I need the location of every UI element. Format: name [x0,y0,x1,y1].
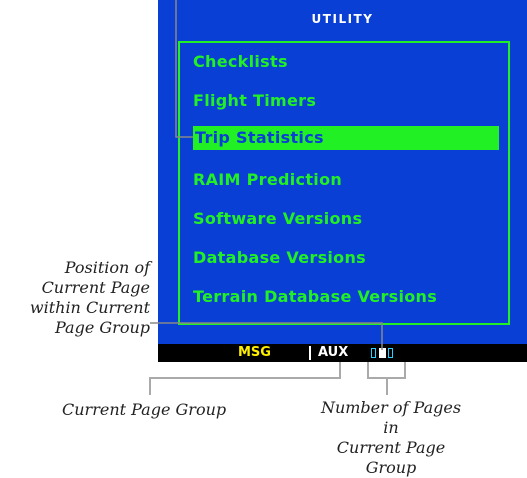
pages-callout-line2: Current Page Group [336,438,446,477]
callout-lines [149,0,406,395]
pages-callout: Number of Pages in Current Page Group [316,398,466,478]
position-callout-line3: within Current [29,298,150,317]
group-callout: Current Page Group [62,400,227,419]
position-callout-line1: Position of [64,258,150,277]
position-callout: Position of Current Page within Current … [0,258,150,338]
pages-callout-line1: Number of Pages in [320,398,462,437]
position-callout-line2: Current Page [41,278,150,297]
position-callout-line4: Page Group [55,318,150,337]
